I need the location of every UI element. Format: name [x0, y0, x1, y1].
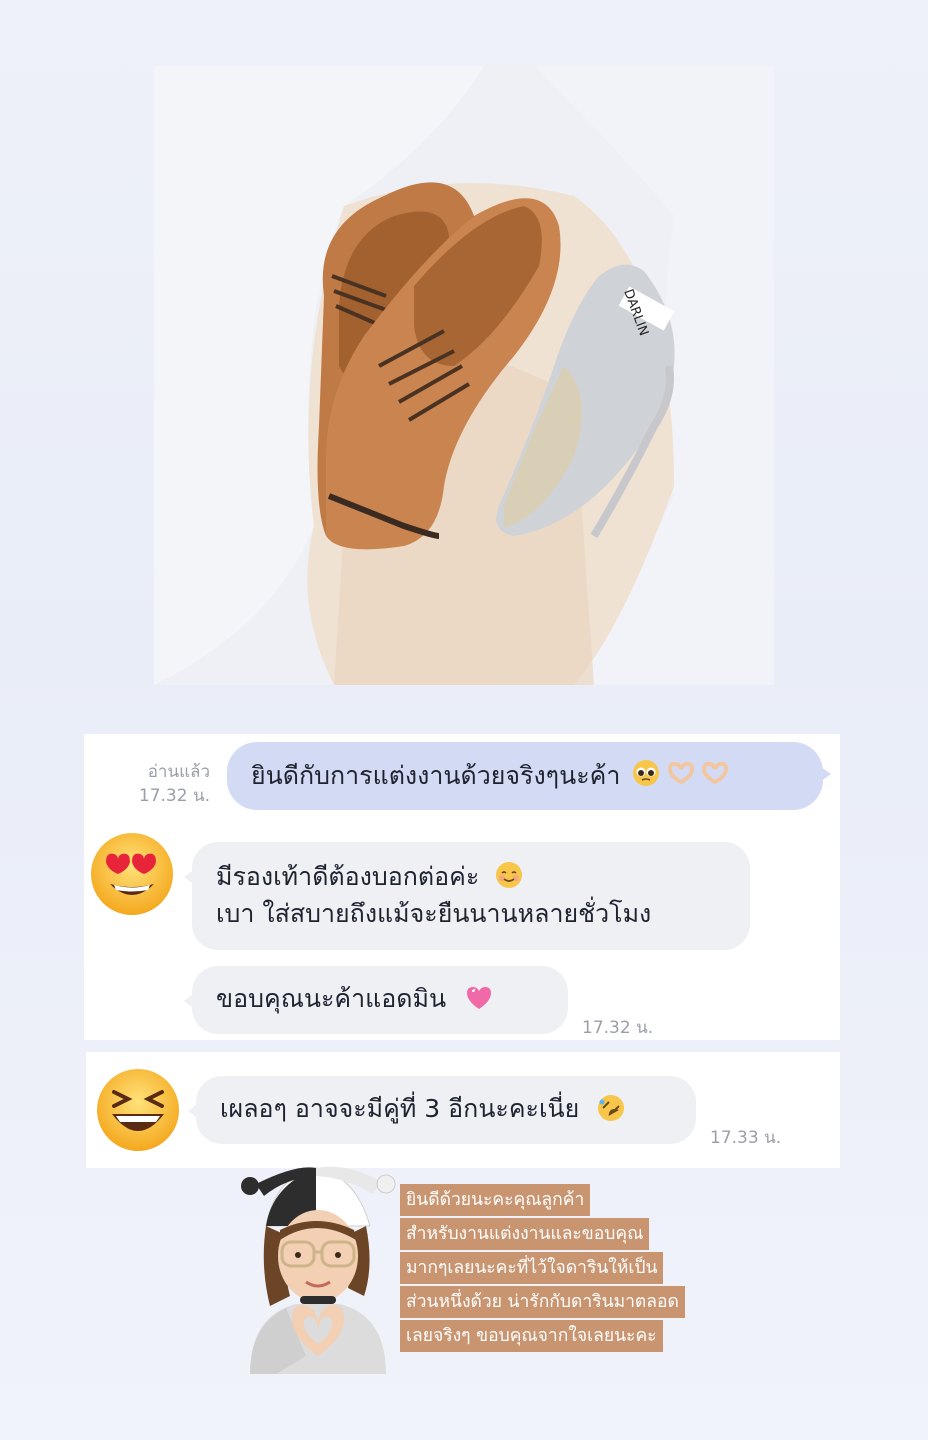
thank-you-caption: ยินดีด้วยนะคะคุณลูกค้า สำหรับงานแต่งงานแ… [400, 1184, 760, 1354]
outgoing-message-bubble[interactable]: ยินดีกับการแต่งงานด้วยจริงๆนะค้า [227, 742, 831, 810]
incoming-line-1: มีรองเท้าดีต้องบอกต่อค่ะ [216, 858, 726, 895]
message-time-1: 17.32 น. [582, 1018, 654, 1038]
incoming-line-2: เบา ใส่สบายถึงแม้จะยืนนานหลายชั่วโมง [216, 899, 652, 928]
caption-line-3: มากๆเลยนะคะที่ไว้ใจดารินให้เป็น [400, 1252, 664, 1284]
rofl-emoji-icon [597, 1094, 625, 1123]
incoming-message-2-text: ขอบคุณนะค้าแอดมิน [216, 984, 447, 1013]
read-label: อ่านแล้ว [147, 762, 210, 782]
heart-hands-emoji-icon-2 [700, 760, 730, 792]
shoes-illustration: DARLIN [154, 66, 774, 685]
laughing-squint-icon [97, 1069, 179, 1151]
caption-line-2: สำหรับงานแต่งงานและขอบคุณ [400, 1218, 650, 1250]
heart-hands-emoji-icon [666, 760, 696, 792]
read-receipt: อ่านแล้ว 17.32 น. [108, 760, 210, 808]
chat-panel-2: เผลอๆ อาจจะมีคู่ที่ 3 อีกนะคะเนี่ย 17.33… [86, 1052, 840, 1168]
laughing-emoji-avatar[interactable] [94, 1066, 182, 1158]
caption-line-1: ยินดีด้วยนะคะคุณลูกค้า [400, 1184, 591, 1216]
memoji-heart-hands-sticker [236, 1156, 396, 1374]
caption-line-5: เลยจริงๆ ขอบคุณจากใจเลยนะคะ [400, 1320, 663, 1352]
outgoing-message-text: ยินดีกับการแต่งงานด้วยจริงๆนะค้า [251, 761, 621, 790]
heart-eyes-emoji-avatar[interactable] [88, 830, 176, 922]
chat-panel-1: อ่านแล้ว 17.32 น. ยินดีกับการแต่งงานด้วย… [84, 734, 840, 1040]
heart-eyes-icon [91, 833, 173, 915]
incoming-message-bubble-1[interactable]: มีรองเท้าดีต้องบอกต่อค่ะ เบา ใส่สบายถึงแ… [184, 842, 750, 950]
incoming-message-bubble-2[interactable]: ขอบคุณนะค้าแอดมิน [184, 966, 568, 1034]
memoji-icon [241, 1166, 396, 1374]
read-time: 17.32 น. [138, 786, 210, 806]
smiling-face-emoji-icon [495, 862, 523, 891]
message-time-2: 17.33 น. [710, 1128, 782, 1148]
incoming-message-3-text: เผลอๆ อาจจะมีคู่ที่ 3 อีกนะคะเนี่ย [220, 1094, 580, 1123]
incoming-line-1-text: มีรองเท้าดีต้องบอกต่อค่ะ [216, 862, 480, 891]
caption-line-4: ส่วนหนึ่งด้วย น่ารักกับดารินมาตลอด [400, 1286, 685, 1318]
wedding-shoes-photo: DARLIN [154, 66, 774, 685]
incoming-message-bubble-3[interactable]: เผลอๆ อาจจะมีคู่ที่ 3 อีกนะคะเนี่ย [188, 1076, 696, 1144]
pleading-face-emoji-icon [632, 759, 660, 793]
sparkling-heart-emoji-icon [464, 984, 494, 1013]
